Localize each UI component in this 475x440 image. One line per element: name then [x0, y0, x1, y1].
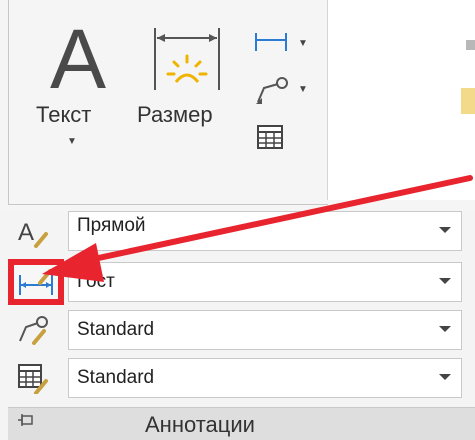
table-style-select[interactable]: Standard [68, 358, 462, 398]
text-button-label: Текст [36, 102, 92, 127]
dimension-button-label[interactable]: Размер [137, 102, 213, 128]
panel-bottom-border [8, 204, 328, 205]
text-style-icon: A [16, 216, 50, 248]
chevron-down-icon[interactable] [439, 374, 451, 380]
adjacent-panel-mark [466, 40, 475, 50]
adjacent-panel-accent [461, 88, 475, 114]
dimension-style-value: Гост [77, 271, 115, 292]
text-style-select[interactable]: Прямой [68, 211, 462, 251]
pin-icon[interactable] [16, 412, 36, 430]
chevron-down-icon[interactable] [439, 326, 451, 332]
linear-dimension-icon[interactable] [254, 30, 288, 54]
chevron-down-icon[interactable] [439, 227, 451, 233]
adjacent-panel [328, 0, 475, 200]
chevron-down-icon[interactable] [439, 278, 451, 284]
text-dropdown-caret-icon[interactable]: ▼ [67, 136, 77, 147]
leader-caret-icon[interactable]: ▼ [298, 84, 308, 95]
text-large-icon: A [49, 12, 107, 106]
multileader-style-value: Standard [77, 319, 155, 340]
table-icon[interactable] [256, 124, 290, 149]
table-style-value: Standard [77, 367, 155, 388]
text-style-value: Прямой [77, 215, 146, 236]
panel-divider [327, 0, 328, 200]
panel-left-border [8, 0, 9, 205]
leader-icon[interactable] [254, 76, 288, 104]
dimension-style-select[interactable]: Гост [68, 262, 462, 302]
panel-title: Аннотации [145, 412, 255, 437]
multileader-style-select[interactable]: Standard [68, 310, 462, 350]
dimension-style-icon[interactable] [14, 265, 58, 299]
dimension-large-icon[interactable] [152, 26, 222, 92]
linear-dimension-caret-icon[interactable]: ▼ [298, 38, 308, 49]
table-style-icon [16, 362, 50, 395]
multileader-style-icon [16, 313, 50, 345]
svg-text:A: A [18, 219, 34, 246]
